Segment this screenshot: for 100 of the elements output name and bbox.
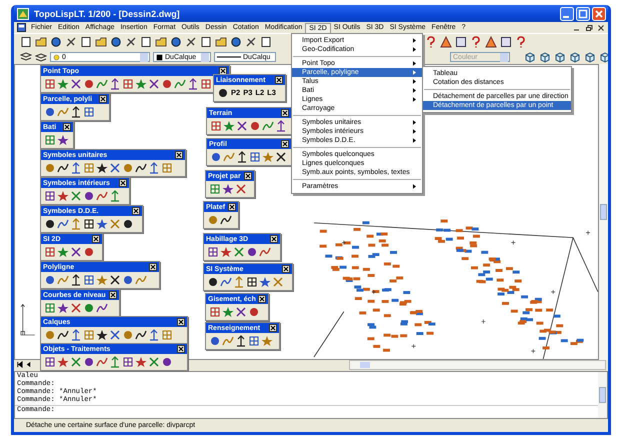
tool-icon[interactable]: [148, 78, 160, 90]
tool-icon[interactable]: [20, 36, 32, 48]
tool-icon[interactable]: [96, 329, 108, 341]
tool-icon[interactable]: [275, 120, 287, 132]
first-tab-icon[interactable]: [16, 361, 23, 368]
tool-icon[interactable]: [35, 36, 47, 48]
view-cube-icon[interactable]: [524, 51, 536, 63]
tool-icon[interactable]: [109, 78, 121, 90]
tool-icon[interactable]: [187, 78, 199, 90]
tool-icon[interactable]: [65, 36, 77, 48]
tool-icon[interactable]: [122, 356, 134, 368]
tool-icon[interactable]: [44, 190, 56, 202]
tool-icon[interactable]: [135, 162, 147, 174]
tool-icon[interactable]: [161, 356, 173, 368]
tool-icon[interactable]: [275, 151, 287, 163]
close-icon[interactable]: [270, 235, 278, 243]
view-cube-icon[interactable]: [569, 51, 581, 63]
tool-icon[interactable]: [95, 36, 107, 48]
tool-icon[interactable]: [80, 36, 92, 48]
view-cube-icon[interactable]: [554, 51, 566, 63]
previous-tab-icon[interactable]: [25, 361, 32, 368]
tool-icon[interactable]: [207, 276, 219, 288]
tool-icon[interactable]: [222, 183, 234, 195]
close-icon[interactable]: [269, 324, 277, 332]
close-icon[interactable]: [177, 345, 185, 353]
tool-icon[interactable]: [230, 36, 242, 48]
close-icon[interactable]: [597, 24, 605, 32]
vertical-scrollbar[interactable]: [598, 372, 607, 418]
tool-icon[interactable]: [246, 276, 258, 288]
restore-icon[interactable]: [585, 24, 593, 32]
close-icon[interactable]: [119, 179, 127, 187]
window-title: TopoLispLT. 1/200 - [Dessin2.dwg]: [34, 8, 180, 18]
tool-icon[interactable]: [235, 335, 247, 347]
tool-icon[interactable]: [96, 162, 108, 174]
tool-icon[interactable]: [245, 36, 257, 48]
tool-icon[interactable]: [500, 36, 512, 48]
tool-icon[interactable]: [83, 218, 95, 230]
tool-icon[interactable]: [170, 36, 182, 48]
close-icon[interactable]: [109, 291, 117, 299]
tool-icon[interactable]: [109, 274, 121, 286]
view-cube-icon[interactable]: [599, 51, 608, 63]
tool-icon[interactable]: [200, 36, 212, 48]
close-icon[interactable]: [132, 207, 140, 215]
tool-icon[interactable]: [260, 36, 272, 48]
tool-icon[interactable]: [236, 151, 248, 163]
close-icon[interactable]: [63, 123, 71, 131]
tool-icon[interactable]: [440, 36, 452, 48]
tool-icon[interactable]: [83, 190, 95, 202]
tool-icon[interactable]: [96, 302, 108, 314]
close-icon[interactable]: [228, 203, 236, 211]
tool-icon[interactable]: [217, 87, 229, 99]
tool-icon[interactable]: [125, 36, 137, 48]
tool-icon[interactable]: [57, 302, 69, 314]
tool-icon[interactable]: [215, 36, 227, 48]
close-icon[interactable]: [175, 151, 183, 159]
close-icon[interactable]: [281, 109, 289, 117]
tool-icon[interactable]: [44, 218, 56, 230]
tool-icon[interactable]: [485, 36, 497, 48]
tool-icon[interactable]: [235, 306, 247, 318]
close-icon[interactable]: [275, 76, 283, 84]
close-icon[interactable]: [99, 95, 107, 103]
tool-icon[interactable]: [155, 36, 167, 48]
layers-icon[interactable]: [35, 51, 47, 63]
tool-icon[interactable]: [70, 246, 82, 258]
layers-icon[interactable]: [20, 51, 32, 63]
tool-icon[interactable]: [70, 106, 82, 118]
close-icon[interactable]: [92, 235, 100, 243]
tool-icon[interactable]: [246, 246, 258, 258]
tool-icon[interactable]: [57, 162, 69, 174]
app-icon: [17, 8, 29, 20]
tool-icon[interactable]: [135, 329, 147, 341]
close-icon[interactable]: [219, 67, 227, 75]
close-icon[interactable]: [282, 265, 290, 273]
tool-icon[interactable]: [50, 36, 62, 48]
horizontal-scrollbar[interactable]: [349, 360, 606, 370]
tool-icon[interactable]: [207, 246, 219, 258]
view-cube-icon[interactable]: [584, 51, 596, 63]
bulb-icon: [53, 54, 60, 60]
tool-icon[interactable]: [70, 274, 82, 286]
vertical-scrollbar[interactable]: [599, 64, 608, 360]
view-cube-icon[interactable]: [539, 51, 551, 63]
tool-icon[interactable]: [44, 356, 56, 368]
close-icon[interactable]: [177, 318, 185, 326]
close-icon[interactable]: [149, 263, 157, 271]
tool-icon[interactable]: [455, 36, 467, 48]
minimize-icon[interactable]: [560, 6, 574, 20]
tool-icon[interactable]: [70, 78, 82, 90]
tool-icon[interactable]: [57, 329, 69, 341]
tool-icon[interactable]: [110, 36, 122, 48]
close-icon[interactable]: [258, 295, 266, 303]
tool-icon[interactable]: [185, 36, 197, 48]
close-icon[interactable]: [244, 172, 252, 180]
tool-icon[interactable]: [122, 218, 134, 230]
tool-icon[interactable]: [83, 356, 95, 368]
tool-icon[interactable]: [57, 134, 69, 146]
maximize-icon[interactable]: [576, 6, 590, 20]
tool-icon[interactable]: [236, 120, 248, 132]
tool-icon[interactable]: [140, 36, 152, 48]
close-icon[interactable]: [281, 140, 289, 148]
tool-icon[interactable]: [220, 214, 232, 226]
